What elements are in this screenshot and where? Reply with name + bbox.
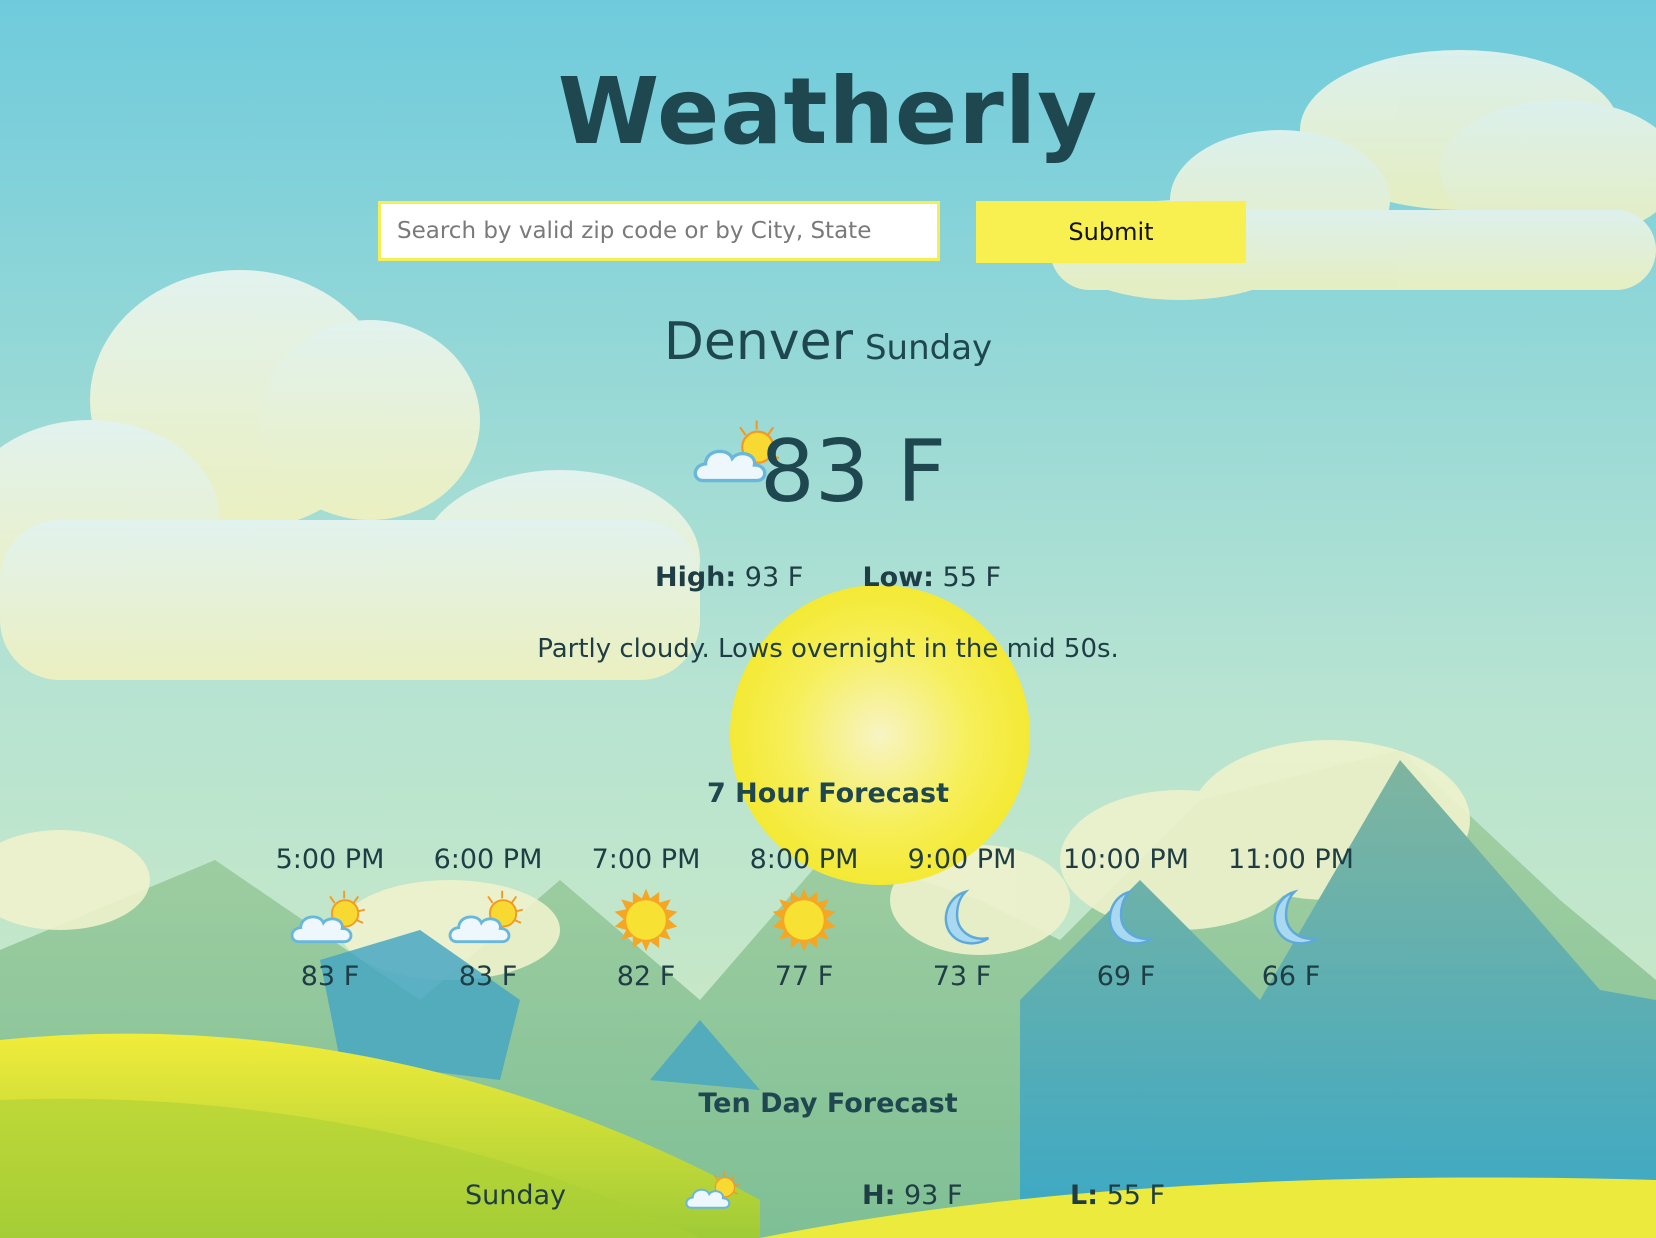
hourly-forecast-heading: 7 Hour Forecast <box>707 778 949 809</box>
low-label: Low: <box>862 562 934 593</box>
submit-button[interactable]: Submit <box>976 201 1246 263</box>
hour-temp: 66 F <box>1261 961 1321 992</box>
hour-time: 10:00 PM <box>1063 844 1189 875</box>
hour-temp: 82 F <box>616 961 676 992</box>
hour-time: 11:00 PM <box>1228 844 1354 875</box>
daily-low: L: 55 F <box>1070 1180 1165 1211</box>
low-value: 55 F <box>942 562 1002 593</box>
daily-forecast-heading: Ten Day Forecast <box>698 1088 958 1119</box>
daily-high: H: 93 F <box>862 1180 962 1211</box>
daily-high-value: 93 F <box>904 1180 963 1211</box>
city-name: Denver <box>663 312 853 372</box>
hour-temp: 83 F <box>300 961 360 992</box>
sun-icon <box>766 887 842 953</box>
daily-day: Sunday <box>465 1180 567 1211</box>
hour-time: 7:00 PM <box>591 844 701 875</box>
partly-cloudy-icon <box>443 887 533 953</box>
hour-temp: 73 F <box>932 961 992 992</box>
moon-icon <box>927 887 997 953</box>
hour-item: 7:00 PM 82 F <box>561 844 731 992</box>
hour-time: 6:00 PM <box>433 844 543 875</box>
hour-item: 10:00 PM 69 F <box>1041 844 1211 992</box>
app-title: Weatherly <box>557 58 1099 165</box>
hour-item: 5:00 PM 83 F <box>245 844 415 992</box>
hour-time: 9:00 PM <box>907 844 1017 875</box>
current-day: Sunday <box>864 328 993 368</box>
daily-low-value: 55 F <box>1106 1180 1166 1211</box>
high-low: High: 93 F Low: 55 F <box>0 562 1656 593</box>
hour-item: 9:00 PM 73 F <box>877 844 1047 992</box>
weather-app: Weatherly Submit Denver Sunday 83 F High:… <box>0 0 1656 1238</box>
hour-temp: 69 F <box>1096 961 1156 992</box>
hour-item: 11:00 PM 66 F <box>1206 844 1376 992</box>
hour-temp: 83 F <box>458 961 518 992</box>
daily-forecast-row: Sunday H: 93 F L: 55 F <box>0 1180 1656 1230</box>
current-temperature: 83 F <box>760 422 947 522</box>
moon-icon <box>1256 887 1326 953</box>
hour-time: 5:00 PM <box>275 844 385 875</box>
high-label: High: <box>654 562 737 593</box>
daily-low-label: L: <box>1070 1180 1099 1211</box>
hour-time: 8:00 PM <box>749 844 859 875</box>
hour-item: 6:00 PM 83 F <box>403 844 573 992</box>
current-location: Denver Sunday <box>0 312 1656 372</box>
partly-cloudy-icon <box>285 887 375 953</box>
high-value: 93 F <box>744 562 804 593</box>
weather-summary: Partly cloudy. Lows overnight in the mid… <box>537 634 1119 664</box>
hour-temp: 77 F <box>774 961 834 992</box>
partly-cloudy-icon <box>682 1168 746 1216</box>
sun-icon <box>608 887 684 953</box>
search-input[interactable] <box>378 201 940 261</box>
hour-item: 8:00 PM 77 F <box>719 844 889 992</box>
moon-icon <box>1091 887 1161 953</box>
daily-high-label: H: <box>862 1180 896 1211</box>
